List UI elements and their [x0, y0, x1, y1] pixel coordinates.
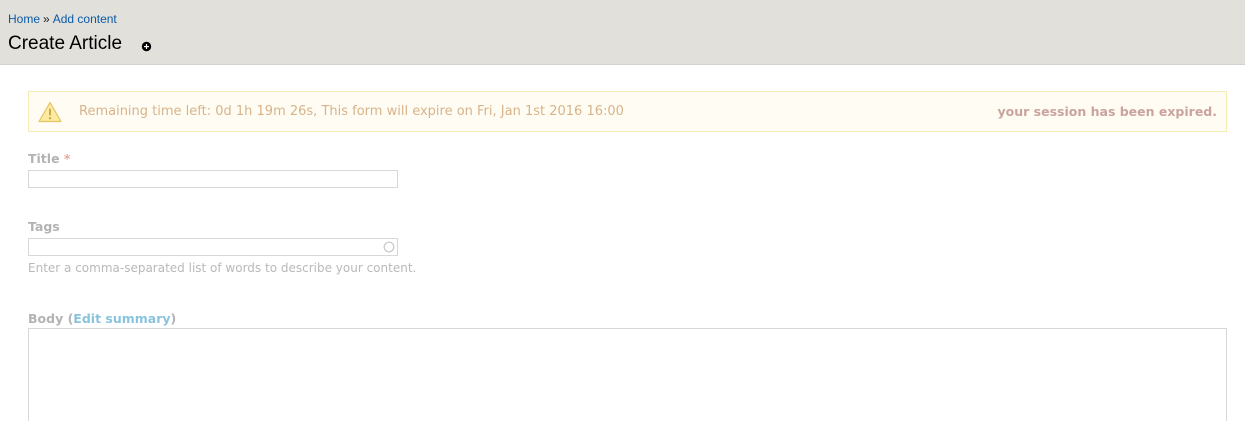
warning-message: Remaining time left: 0d 1h 19m 26s, This… — [28, 91, 1227, 132]
warning-triangle-icon — [38, 101, 62, 123]
close-paren: ) — [170, 311, 177, 326]
required-marker: * — [63, 151, 71, 166]
breadcrumb-home-link[interactable]: Home — [8, 12, 40, 26]
title-input[interactable] — [28, 170, 398, 188]
body-label: Body (Edit summary) — [28, 311, 176, 326]
session-expired-text: your session has been expired. — [997, 104, 1217, 119]
breadcrumb: Home» Add content — [8, 12, 117, 26]
page: Home» Add content Create Article Remainin… — [0, 0, 1245, 421]
autocomplete-throbber-icon — [383, 241, 395, 253]
breadcrumb-add-content-link[interactable]: Add content — [53, 12, 117, 26]
breadcrumb-separator: » — [43, 12, 50, 26]
title-label: Title * — [28, 151, 70, 166]
warning-countdown-text: Remaining time left: 0d 1h 19m 26s, This… — [79, 104, 624, 119]
edit-summary-link[interactable]: Edit summary — [73, 311, 170, 326]
body-label-text: Body — [28, 311, 64, 326]
tags-label: Tags — [28, 219, 60, 234]
title-label-text: Title — [28, 151, 60, 166]
page-title: Create Article — [8, 33, 123, 54]
page-header: Home» Add content Create Article — [0, 0, 1245, 65]
body-textarea[interactable] — [28, 328, 1227, 421]
tags-input[interactable] — [28, 238, 398, 256]
tags-description: Enter a comma-separated list of words to… — [28, 261, 417, 275]
plus-circle-icon[interactable] — [141, 41, 152, 52]
